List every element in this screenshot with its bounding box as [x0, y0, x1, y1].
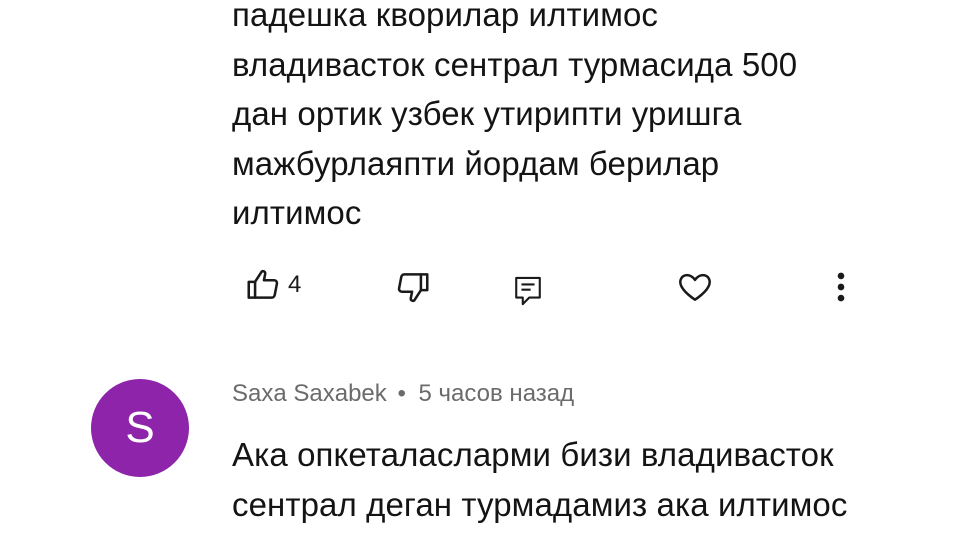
avatar[interactable]: S — [91, 379, 189, 477]
comment-meta: Saxa Saxabek • 5 часов назад — [232, 380, 574, 408]
heart-button[interactable] — [676, 268, 714, 306]
comment-icon — [512, 274, 544, 308]
reply-button[interactable] — [512, 274, 544, 308]
meta-separator: • — [397, 380, 406, 407]
like-count: 4 — [288, 271, 302, 298]
author-name[interactable]: Saxa Saxabek — [232, 380, 387, 407]
more-vertical-icon — [828, 268, 854, 306]
like-button[interactable]: 4 — [244, 266, 301, 304]
more-options-button[interactable] — [828, 268, 854, 306]
heart-icon — [676, 268, 714, 306]
thumb-up-icon — [244, 266, 282, 304]
comment-time[interactable]: 5 часов назад — [419, 380, 575, 407]
thumb-down-icon — [394, 268, 432, 306]
comment-text: падешка кворилар илтимос владивасток сен… — [232, 0, 798, 231]
comment-text: Ака опкеталасларми бизи владивасток сент… — [232, 436, 848, 523]
dislike-button[interactable] — [394, 268, 432, 306]
avatar-letter: S — [125, 403, 155, 452]
